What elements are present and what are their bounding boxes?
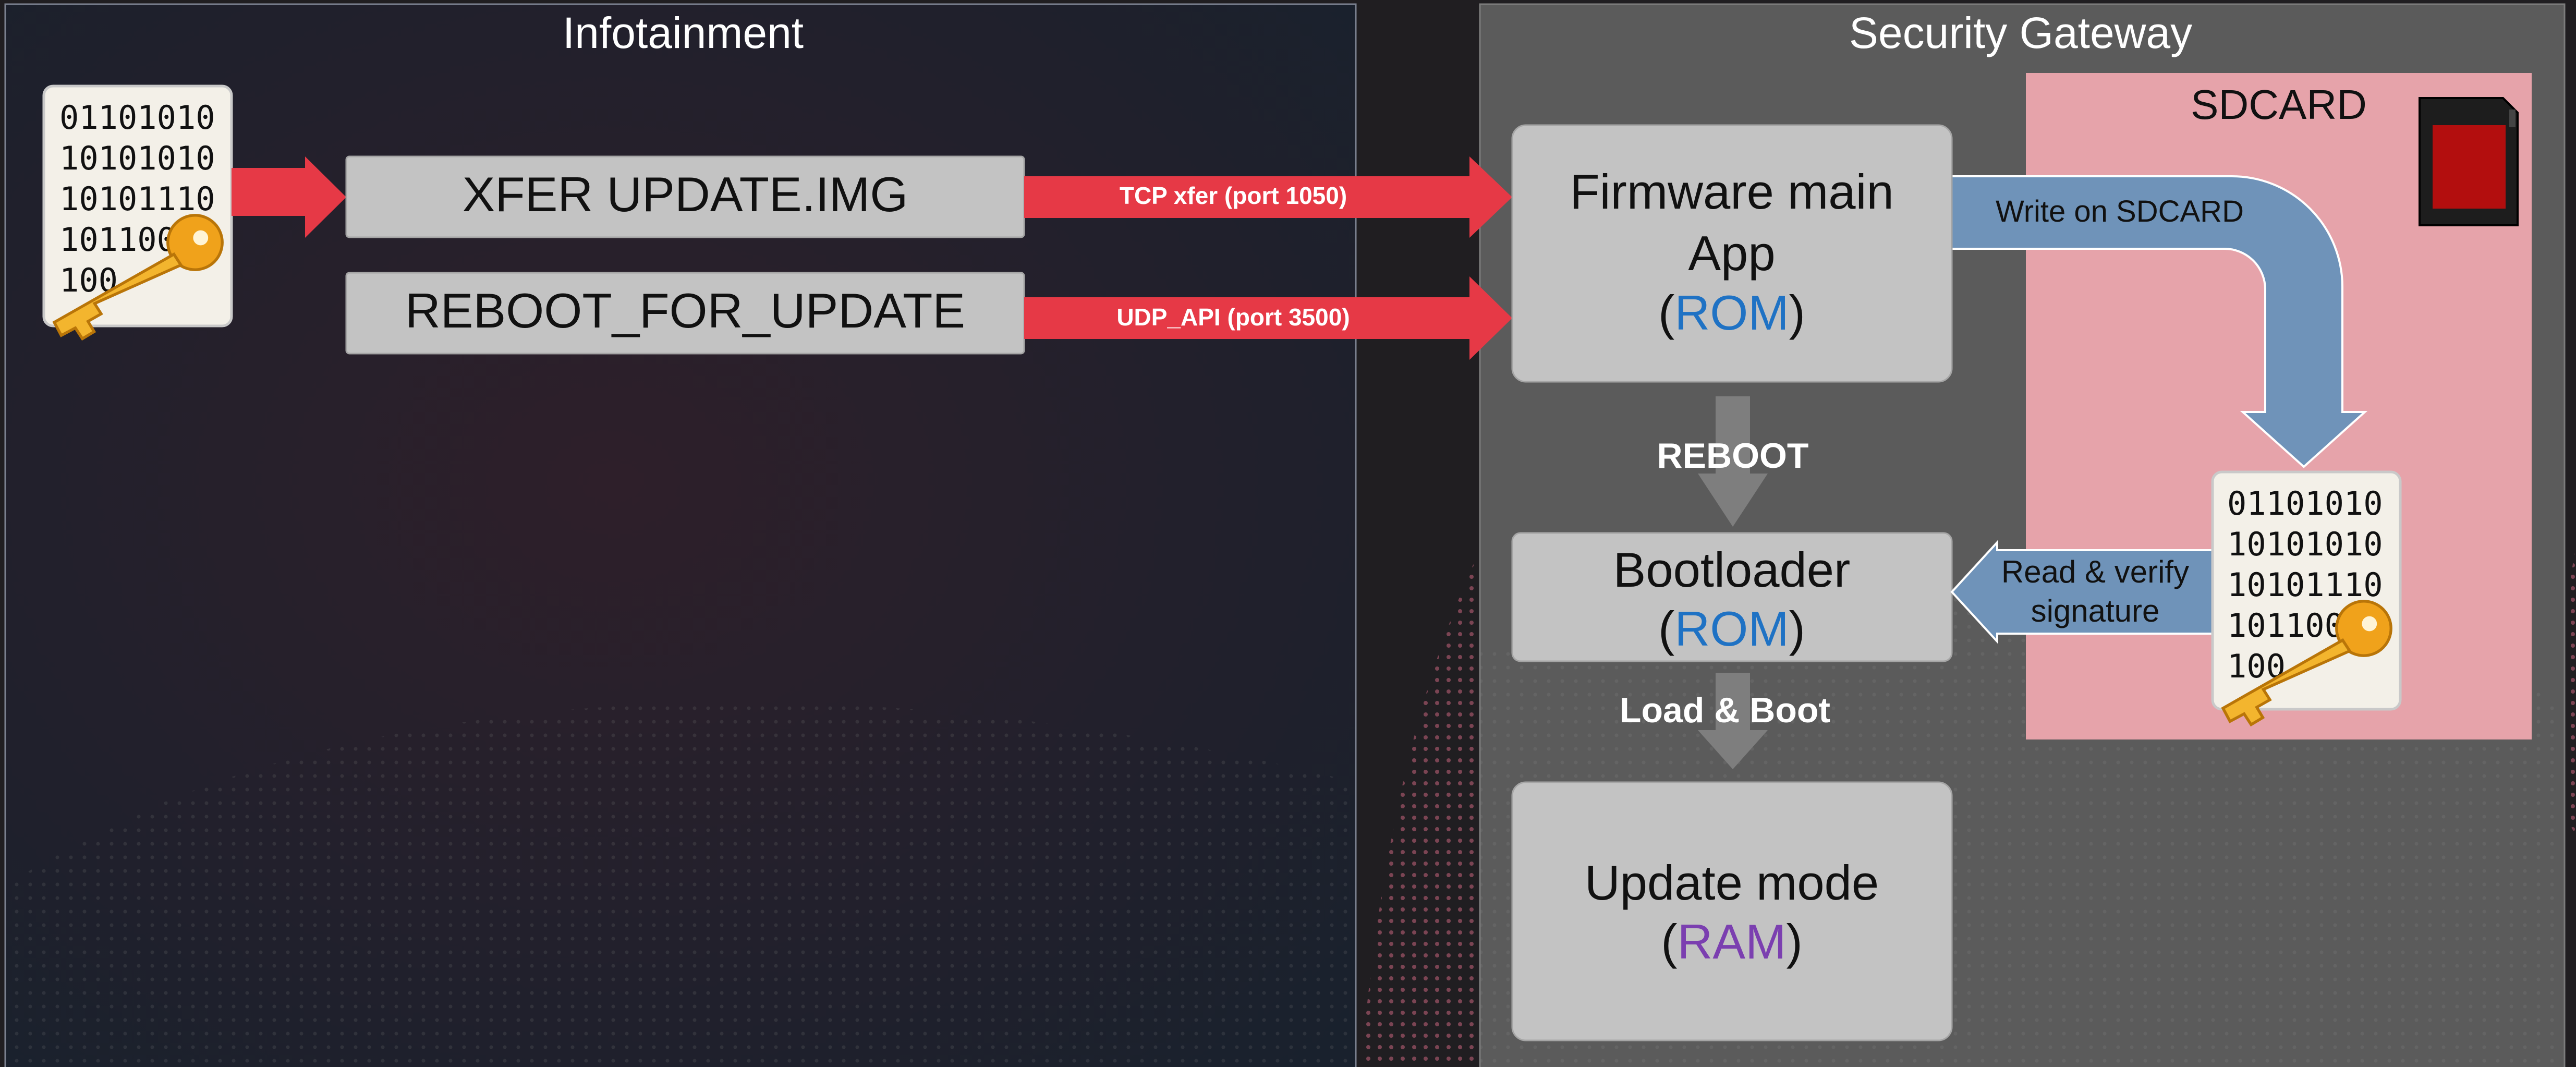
paren-close: ): [1789, 601, 1805, 656]
firmware-app-box: Firmware main App (ROM): [1511, 124, 1953, 383]
paren-close: ): [1789, 285, 1805, 340]
binary-line: 10101110: [59, 180, 215, 218]
decorative-wave: [1361, 548, 1481, 1067]
binary-line: 10101010: [59, 139, 215, 177]
paren-open: (: [1658, 601, 1674, 656]
read-verify-label-line1: Read & verify: [2001, 554, 2189, 589]
xfer-command-label: XFER UPDATE.IMG: [463, 167, 908, 222]
security-gateway-title: Security Gateway: [1849, 8, 2192, 57]
tcp-link-label: TCP xfer (port 1050): [1120, 182, 1347, 209]
update-flow-diagram: Infotainment Security Gateway SDCARD 011…: [4, 3, 2576, 1067]
update-mode-box: Update mode (RAM): [1511, 781, 1953, 1041]
read-verify-arrow: Read & verify signature: [1950, 539, 2220, 645]
firmware-title-line1: Firmware main: [1570, 164, 1894, 219]
udp-link-label: UDP_API (port 3500): [1116, 304, 1350, 331]
firmware-title-line2: App: [1688, 226, 1775, 281]
update-mode-memory: (RAM): [1661, 914, 1803, 969]
reboot-command-label: REBOOT_FOR_UPDATE: [405, 283, 965, 338]
bootloader-title: Bootloader: [1613, 542, 1851, 597]
bootloader-box: Bootloader (ROM): [1511, 532, 1953, 662]
read-verify-label-line2: signature: [2031, 593, 2160, 628]
load-boot-flow-label: Load & Boot: [1620, 690, 1830, 730]
reboot-command-box: REBOOT_FOR_UPDATE: [345, 272, 1025, 355]
bootloader-memory: (ROM): [1658, 601, 1805, 656]
signed-image-file-icon: 01101010 10101010 10101110 1011001 100: [42, 84, 233, 339]
paren-close: ): [1786, 914, 1802, 969]
write-sdcard-label: Write on SDCARD: [1996, 195, 2244, 228]
rom-label: ROM: [1674, 285, 1789, 340]
firmware-memory: (ROM): [1658, 285, 1805, 340]
reboot-flow-label: REBOOT: [1657, 436, 1809, 476]
sdcard-icon: [2419, 97, 2519, 226]
ram-label: RAM: [1678, 914, 1787, 969]
sdcard-image-file-icon: 01101010 10101010 10101110 1011001 100: [2211, 470, 2402, 725]
paren-open: (: [1661, 914, 1677, 969]
rom-label: ROM: [1674, 601, 1789, 656]
update-mode-title: Update mode: [1585, 855, 1879, 910]
xfer-command-box: XFER UPDATE.IMG: [345, 155, 1025, 238]
binary-line: 01101010: [59, 99, 215, 137]
binary-line: 10101010: [2227, 525, 2383, 563]
infotainment-title: Infotainment: [563, 8, 804, 57]
binary-line: 10101110: [2227, 566, 2383, 604]
sdcard-title: SDCARD: [2191, 81, 2367, 128]
paren-open: (: [1658, 285, 1674, 340]
binary-line: 01101010: [2227, 484, 2383, 523]
